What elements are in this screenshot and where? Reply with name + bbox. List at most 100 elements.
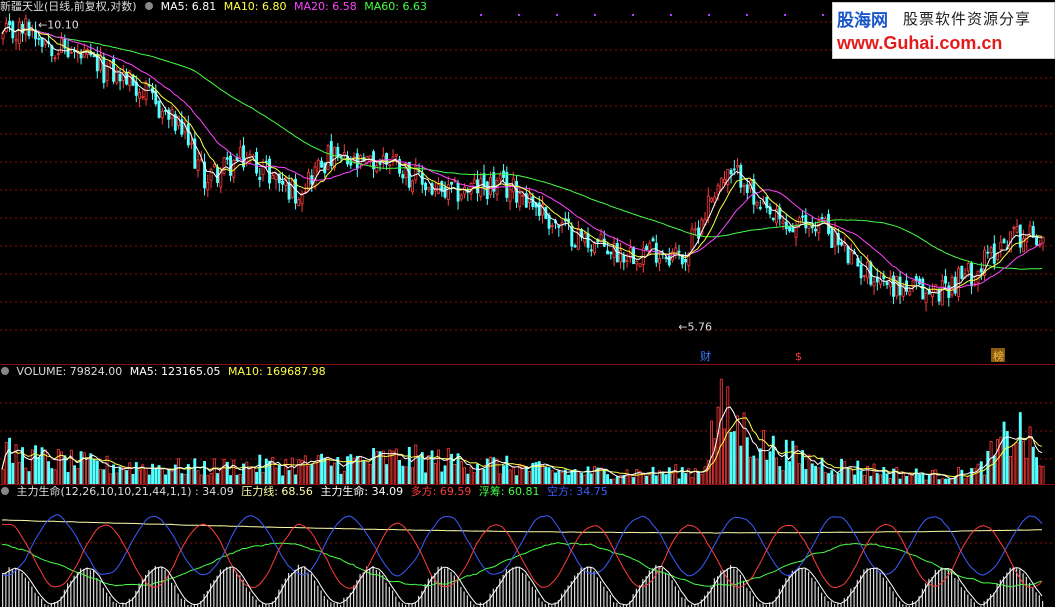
life-bar: [239, 575, 241, 607]
life-bar: [879, 572, 881, 607]
candle: [905, 280, 908, 292]
candle: [859, 264, 863, 279]
life-bar: [817, 586, 819, 607]
volume-bar: [755, 458, 759, 485]
event-dot: [480, 14, 482, 16]
short-value: 空方: 34.75: [547, 485, 608, 498]
settings-circle-icon[interactable]: [1, 367, 9, 375]
life-bar: [8, 567, 10, 607]
volume-bar: [765, 459, 769, 485]
volume-bar: [365, 460, 369, 485]
volume-bar: [667, 467, 671, 485]
candle: [1012, 227, 1016, 229]
volume-bar: [856, 460, 860, 485]
volume-bar: [970, 468, 973, 485]
candle: [378, 162, 382, 165]
life-bar: [938, 570, 940, 607]
indicator-chart-panel[interactable]: 主力生命(12,26,10,10,21,44,1,1) : 34.09 压力线:…: [0, 485, 1055, 607]
volume-bar: [37, 457, 41, 485]
life-bar: [535, 589, 537, 607]
candle: [706, 195, 710, 218]
life-bar: [931, 576, 933, 607]
volume-bar: [544, 466, 548, 485]
candle: [138, 91, 141, 99]
candle: [102, 57, 106, 83]
volume-bar: [160, 468, 164, 485]
life-bar: [824, 596, 826, 607]
volume-bar: [53, 469, 57, 485]
candle: [268, 158, 271, 184]
candle: [716, 185, 720, 195]
life-bar: [382, 575, 384, 607]
volume-bar: [996, 439, 999, 485]
candle: [66, 47, 70, 58]
life-bar: [184, 599, 186, 607]
volume-bar: [433, 463, 437, 485]
candle: [957, 267, 960, 297]
candle: [606, 250, 609, 255]
candle: [950, 277, 954, 296]
volume-ma5-line: [1, 406, 1043, 480]
life-bar: [297, 564, 299, 607]
candle: [258, 176, 262, 180]
volume-bar: [407, 446, 411, 485]
volume-bar: [1028, 426, 1032, 485]
indicator-chart[interactable]: [0, 485, 1055, 607]
life-bar: [158, 567, 160, 607]
life-bar: [1025, 576, 1027, 607]
life-bar: [665, 572, 667, 607]
life-value: 主力生命: 34.09: [320, 485, 404, 498]
life-bar: [814, 581, 816, 607]
chart-marker: 榜: [993, 349, 1004, 363]
candle: [141, 96, 145, 99]
volume-chart-panel[interactable]: VOLUME: 79824.00 MA5: 123165.05 MA10: 16…: [0, 365, 1055, 485]
volume-bar: [784, 439, 788, 485]
candle: [92, 55, 96, 58]
life-bar: [291, 573, 293, 607]
life-bar: [372, 566, 374, 607]
ma10-value: MA10: 6.80: [223, 0, 287, 13]
life-bar: [226, 567, 228, 607]
life-bar: [171, 582, 173, 607]
event-dot: [594, 14, 596, 16]
candle: [281, 180, 284, 185]
life-bar: [538, 597, 540, 607]
candle: [1015, 226, 1019, 233]
life-bar: [658, 566, 660, 607]
life-bar: [704, 595, 706, 607]
price-annotation: ←5.76: [678, 321, 712, 334]
settings-circle-icon[interactable]: [145, 2, 154, 10]
volume-bar: [297, 459, 301, 485]
volume-bar: [768, 451, 772, 485]
volume-bar: [342, 470, 346, 485]
volume-bar: [859, 470, 863, 485]
candle: [388, 164, 392, 167]
volume-bar: [4, 441, 8, 485]
volume-bar: [398, 460, 401, 485]
life-bar: [869, 568, 871, 607]
life-bar: [580, 567, 582, 607]
candle: [784, 221, 788, 230]
volume-bar: [550, 470, 554, 485]
volume-bar: [547, 467, 551, 485]
life-bar: [138, 583, 140, 607]
volume-bar: [112, 464, 115, 485]
candle: [710, 197, 713, 202]
candle: [1028, 225, 1032, 235]
settings-circle-icon[interactable]: [1, 487, 9, 495]
volume-chart[interactable]: [0, 365, 1055, 485]
life-bar: [522, 572, 524, 607]
volume-bar: [320, 453, 323, 485]
volume-bar: [1035, 457, 1038, 485]
candle: [557, 225, 561, 228]
life-bar: [525, 574, 527, 607]
life-bar: [323, 595, 325, 607]
life-bar: [1019, 569, 1021, 607]
volume-bar: [8, 437, 11, 485]
life-bar: [652, 568, 654, 607]
life-bar: [752, 596, 754, 607]
life-bar: [967, 594, 969, 607]
volume-bar: [511, 467, 515, 485]
life-bar: [106, 592, 108, 607]
volume-bar: [797, 463, 801, 485]
